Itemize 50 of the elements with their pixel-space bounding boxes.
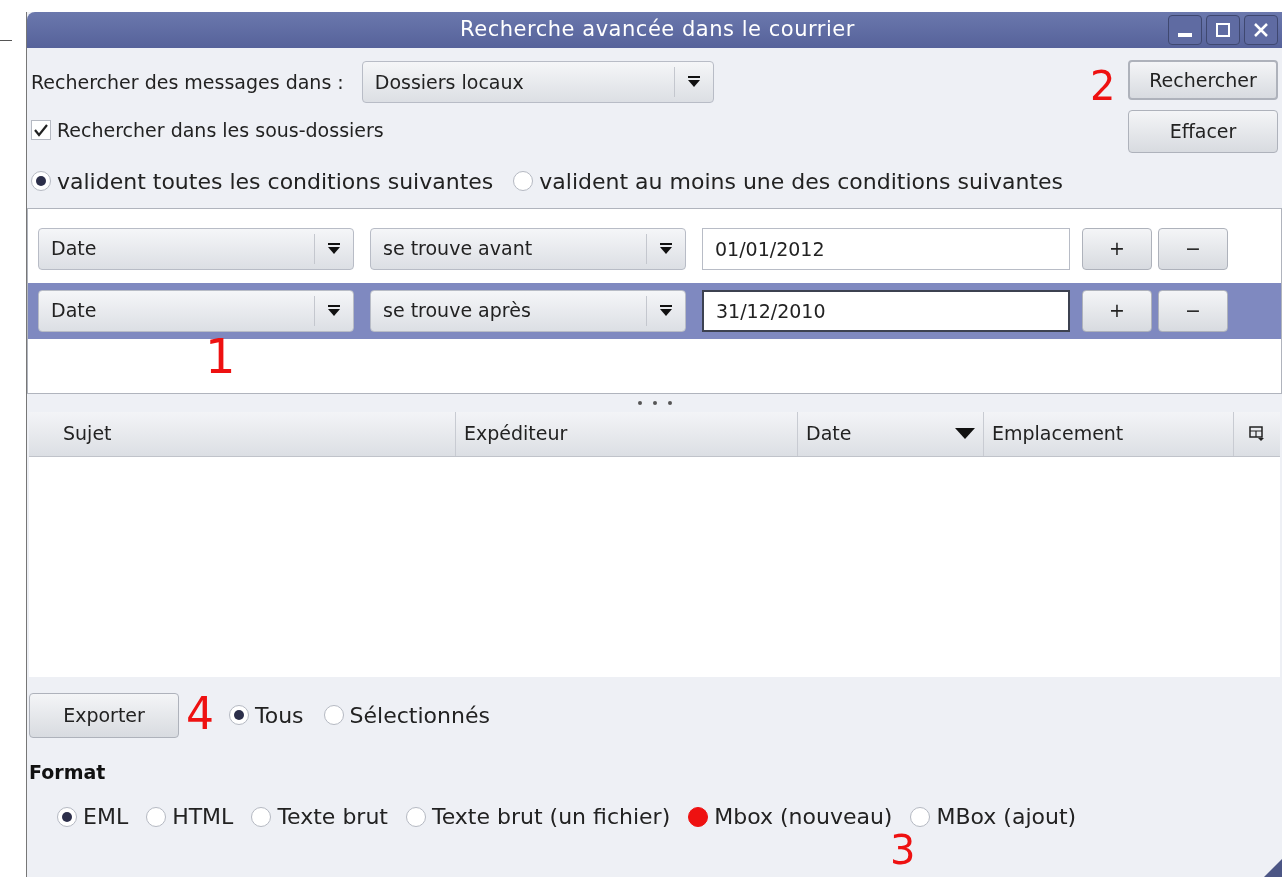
column-header[interactable]: Expéditeur xyxy=(456,411,798,456)
radio-option[interactable]: Sélectionnés xyxy=(323,698,490,732)
radio-option[interactable]: Texte brut (un fichier) xyxy=(406,800,671,833)
maximize-icon xyxy=(1215,22,1231,38)
column-header[interactable]: Emplacement xyxy=(984,411,1234,456)
condition-row[interactable]: Date se trouve avant 01/01/2012 + − xyxy=(28,220,1281,277)
dropdown[interactable]: Dossiers locaux xyxy=(361,61,714,103)
annotation-number: 2 xyxy=(1090,66,1116,106)
value-field[interactable]: 31/12/2010 xyxy=(702,289,1070,332)
format-heading: Format xyxy=(28,759,107,785)
button[interactable]: + xyxy=(1082,227,1152,270)
maximize-button[interactable] xyxy=(1206,15,1240,45)
dropdown-icon xyxy=(659,304,673,317)
dropdown-icon xyxy=(327,304,341,317)
radio-option[interactable]: EML xyxy=(57,800,129,833)
close-button[interactable] xyxy=(1244,15,1278,45)
radio-option[interactable]: Texte brut xyxy=(251,800,388,833)
column-picker-icon[interactable] xyxy=(1249,425,1265,442)
dropdown-icon xyxy=(327,242,341,255)
radio-option[interactable]: valident toutes les conditions suivantes xyxy=(31,164,494,198)
annotation-number: 4 xyxy=(186,692,214,736)
radio-option[interactable]: HTML xyxy=(146,800,234,833)
button[interactable]: Effacer xyxy=(1128,110,1278,153)
minimize-button[interactable] xyxy=(1168,15,1202,45)
button[interactable]: − xyxy=(1158,289,1228,332)
dropdown[interactable]: Date xyxy=(38,289,354,332)
resize-grip-icon[interactable] xyxy=(1264,859,1282,877)
button[interactable]: Exporter xyxy=(29,692,179,738)
radio-option[interactable]: MBox (ajout) xyxy=(910,800,1077,833)
condition-row[interactable]: Date se trouve après 31/12/2010 + − xyxy=(28,282,1281,339)
annotation-number: 3 xyxy=(890,830,916,870)
window-title: Recherche avancée dans le courrier xyxy=(459,16,856,44)
dropdown[interactable]: Date xyxy=(38,227,354,270)
search-in-label: Rechercher des messages dans : xyxy=(31,69,344,95)
minimize-icon xyxy=(1178,33,1192,37)
value-field[interactable]: 01/01/2012 xyxy=(702,227,1070,270)
column-header[interactable]: Date xyxy=(798,411,984,456)
dropdown-icon xyxy=(659,242,673,255)
close-icon xyxy=(1253,22,1269,38)
radio-option[interactable]: valident au moins une des conditions suivantes xyxy=(513,164,1064,198)
dropdown[interactable]: se trouve avant xyxy=(370,227,686,270)
radio-option[interactable]: Mbox (nouveau) xyxy=(688,800,893,833)
dropdown[interactable]: se trouve après xyxy=(370,289,686,332)
subfolders-checkbox[interactable]: Rechercher dans les sous-dossiers xyxy=(31,116,1128,145)
column-header[interactable]: Sujet xyxy=(29,411,456,456)
button[interactable]: − xyxy=(1158,227,1228,270)
radio-option[interactable]: Tous xyxy=(229,698,304,732)
dropdown-icon xyxy=(686,76,701,88)
button[interactable]: Rechercher xyxy=(1128,60,1278,100)
button[interactable]: + xyxy=(1082,289,1152,332)
